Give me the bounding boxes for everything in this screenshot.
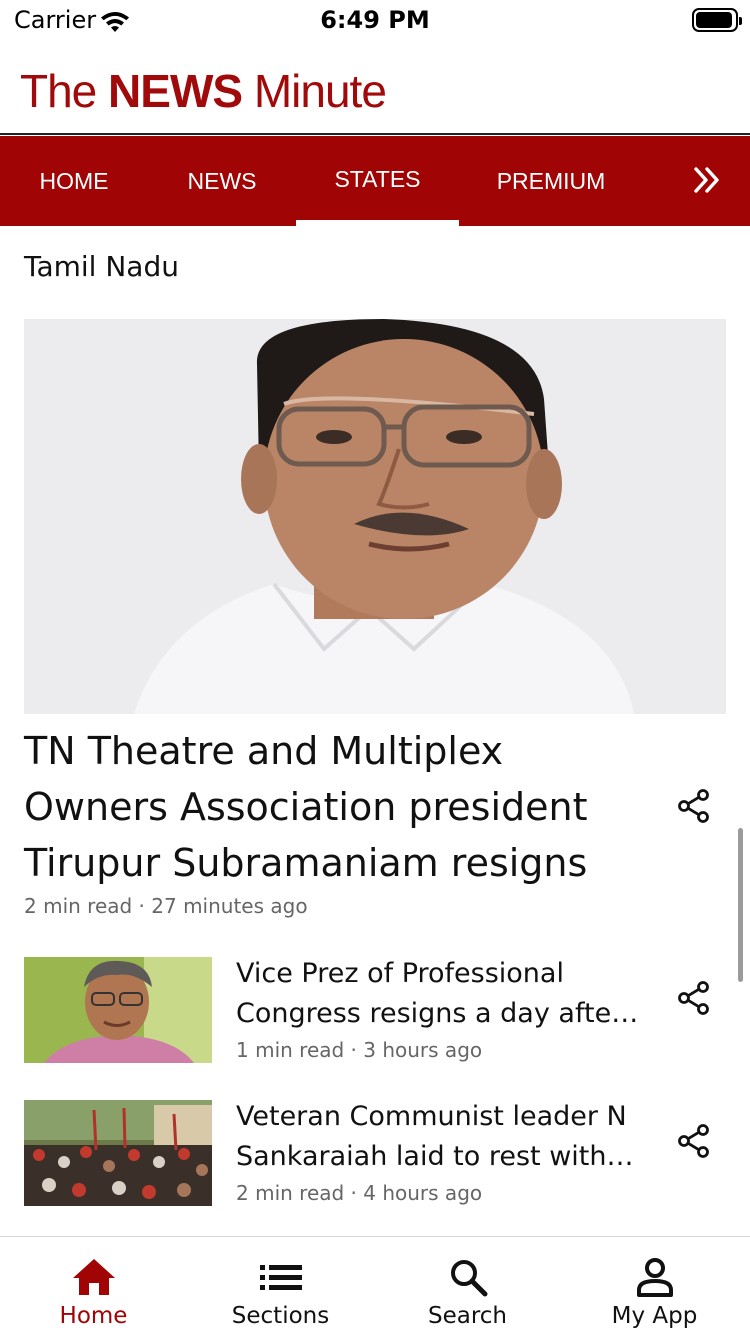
tab-news[interactable]: NEWS (148, 136, 296, 226)
article-thumbnail[interactable] (24, 957, 212, 1063)
list-icon (259, 1265, 302, 1290)
hero-article-image[interactable] (24, 319, 726, 714)
logo-news: NEWS (108, 65, 243, 117)
article-title[interactable]: Vice Prez of Professional Congress resig… (236, 954, 648, 1034)
person-icon (636, 1258, 673, 1297)
bottom-nav-sections[interactable]: Sections (187, 1237, 374, 1334)
app-header: The NEWS Minute (0, 40, 750, 135)
article-meta: 1 min read · 3 hours ago (236, 1038, 483, 1062)
share-icon[interactable] (676, 1123, 712, 1159)
article-title[interactable]: Veteran Communist leader N Sankaraiah la… (236, 1097, 648, 1177)
tab-premium[interactable]: PREMIUM (470, 136, 632, 226)
search-icon (450, 1260, 487, 1297)
battery-icon (692, 8, 742, 32)
logo-the: The (20, 65, 97, 117)
bottom-nav-sections-label: Sections (231, 1303, 330, 1329)
bottom-nav-my-app[interactable]: My App (561, 1237, 748, 1334)
battery-level (696, 12, 732, 28)
article-meta: 2 min read · 4 hours ago (236, 1181, 483, 1205)
hero-article-meta: 2 min read · 27 minutes ago (24, 894, 308, 918)
bottom-nav-search-label: Search (427, 1303, 508, 1329)
vertical-scrollbar[interactable] (738, 828, 743, 982)
bottom-nav-search[interactable]: Search (374, 1237, 561, 1334)
bottom-nav-my-app-label: My App (611, 1303, 698, 1329)
category-tab-bar: HOME NEWS STATES PREMIUM (0, 136, 750, 226)
double-chevron-right-icon[interactable] (690, 162, 726, 198)
section-title: Tamil Nadu (24, 250, 179, 283)
bottom-navigation: Home Sections Search My App (0, 1236, 750, 1334)
hero-article-headline[interactable]: TN Theatre and Multiplex Owners Associat… (24, 723, 644, 891)
tab-home[interactable]: HOME (0, 136, 148, 226)
tab-states[interactable]: STATES (296, 136, 459, 226)
portrait-illustration (24, 319, 726, 714)
home-icon (72, 1259, 115, 1295)
bottom-nav-home-label: Home (59, 1303, 128, 1329)
thumbnail-illustration (24, 957, 212, 1063)
status-time: 6:49 PM (320, 6, 430, 34)
site-logo[interactable]: The NEWS Minute (20, 64, 387, 118)
share-icon[interactable] (676, 788, 712, 824)
article-thumbnail[interactable] (24, 1100, 212, 1206)
status-bar: Carrier 6:49 PM (0, 0, 750, 40)
logo-minute: Minute (253, 65, 387, 117)
bottom-nav-home[interactable]: Home (0, 1237, 187, 1334)
share-icon[interactable] (676, 980, 712, 1016)
thumbnail-illustration (24, 1100, 212, 1206)
active-tab-indicator (296, 220, 459, 226)
